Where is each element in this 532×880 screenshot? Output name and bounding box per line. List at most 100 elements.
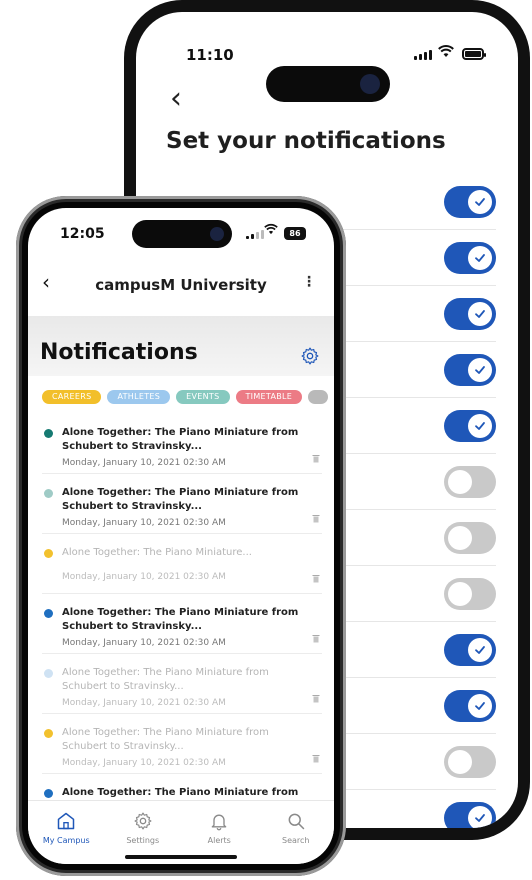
dynamic-island: [266, 66, 390, 102]
notification-title: Alone Together: The Piano Miniature from: [62, 607, 299, 618]
check-icon: [475, 309, 485, 318]
notification-title: Alone Together: The Piano Miniature from: [62, 427, 299, 438]
gear-icon[interactable]: [300, 346, 320, 366]
filter-chip[interactable]: EVENTS: [176, 390, 230, 404]
toggle-knob: [468, 245, 492, 270]
notification-title-line2: Schubert to Stravinsky...: [62, 741, 184, 752]
notification-date: Monday, January 10, 2021 02:30 AM: [62, 698, 226, 708]
filter-chip[interactable]: ATHLETES: [107, 390, 171, 404]
notification-toggle[interactable]: [444, 689, 496, 722]
notification-title-line2: Schubert to Stravinsky...: [62, 501, 202, 512]
notification-toggle[interactable]: [444, 465, 496, 498]
app-header: ‹ campusM University ⋮: [28, 266, 334, 306]
tab-label: Settings: [126, 836, 160, 845]
notification-toggle[interactable]: [444, 521, 496, 554]
tab-label: Search: [282, 836, 310, 845]
notification-toggle[interactable]: [444, 353, 496, 386]
notification-item[interactable]: Alone Together: The Piano Miniature from…: [42, 654, 322, 714]
back-status-bar: 11:10: [136, 44, 518, 102]
battery-icon: [462, 48, 486, 60]
category-dot: [44, 489, 53, 498]
notification-toggle[interactable]: [444, 185, 496, 218]
trash-icon[interactable]: [312, 694, 320, 703]
notification-title-line2: Schubert to Stravinsky...: [62, 681, 184, 692]
notification-toggle[interactable]: [444, 297, 496, 330]
search-icon: [288, 813, 304, 830]
app-title: campusM University: [95, 276, 267, 294]
check-icon: [475, 701, 485, 710]
toggle-knob: [468, 301, 492, 326]
notification-item[interactable]: Alone Together: The Piano Miniature... Mo…: [42, 534, 322, 594]
stage: 11:10 ‹ Set your notifications Careers 1…: [0, 0, 532, 880]
notification-item[interactable]: Alone Together: The Piano Miniature from…: [42, 474, 322, 534]
front-phone-frame: 12:05 86 ‹ campusM University ⋮ Notifica…: [16, 196, 346, 876]
more-options-icon[interactable]: ⋮: [302, 274, 316, 290]
notification-toggle[interactable]: [444, 633, 496, 666]
notification-date: Monday, January 10, 2021 02:30 AM: [62, 572, 226, 582]
tab-search[interactable]: Search: [258, 801, 335, 864]
wifi-icon: [264, 223, 278, 239]
notification-title-line2: Schubert to Stravinsky...: [62, 621, 202, 632]
filter-chip[interactable]: TIMETABLE: [235, 390, 303, 404]
notification-toggle[interactable]: [444, 409, 496, 442]
notifications-hero: Notifications: [28, 316, 334, 376]
trash-icon[interactable]: [312, 454, 320, 463]
filter-chip[interactable]: CAREERS: [42, 390, 102, 404]
tab-label: Alerts: [207, 836, 231, 845]
trash-icon[interactable]: [312, 574, 320, 583]
wifi-icon: [438, 44, 454, 62]
toggle-knob: [468, 805, 492, 828]
check-icon: [475, 645, 485, 654]
notification-item[interactable]: Alone Together: The Piano Miniature from…: [42, 414, 322, 474]
notification-title: Alone Together: The Piano Miniature from: [62, 487, 299, 498]
toggle-knob: [468, 189, 492, 214]
category-dot: [44, 609, 53, 618]
bell-icon: [211, 814, 227, 831]
check-icon: [475, 421, 485, 430]
notification-list: Alone Together: The Piano Miniature from…: [42, 414, 322, 834]
notification-date: Monday, January 10, 2021 02:30 AM: [62, 458, 226, 468]
home-icon: [58, 812, 75, 830]
trash-icon[interactable]: [312, 754, 320, 763]
battery-icon: 86: [284, 227, 306, 240]
toggle-knob: [448, 581, 472, 606]
notification-date: Monday, January 10, 2021 02:30 AM: [62, 638, 226, 648]
notification-item[interactable]: Alone Together: The Piano Miniature from…: [42, 594, 322, 654]
check-icon: [475, 197, 485, 206]
toggle-knob: [468, 413, 492, 438]
toggle-knob: [448, 469, 472, 494]
front-phone-screen: 12:05 86 ‹ campusM University ⋮ Notifica…: [28, 208, 334, 864]
category-dot: [44, 729, 53, 738]
trash-icon[interactable]: [312, 514, 320, 523]
tab-home[interactable]: My Campus: [28, 801, 105, 864]
notification-date: Monday, January 10, 2021 02:30 AM: [62, 758, 226, 768]
notification-date: Monday, January 10, 2021 02:30 AM: [62, 518, 226, 528]
signal-icon: [414, 50, 432, 60]
notification-toggle[interactable]: [444, 801, 496, 828]
toggle-knob: [468, 693, 492, 718]
check-icon: [475, 813, 485, 822]
notification-toggle[interactable]: [444, 241, 496, 274]
toggle-knob: [468, 357, 492, 382]
category-dot: [44, 669, 53, 678]
notification-title-line2: Schubert to Stravinsky...: [62, 441, 202, 452]
signal-icon: [246, 230, 264, 239]
notification-item[interactable]: Alone Together: The Piano Miniature from…: [42, 714, 322, 774]
back-chevron-icon[interactable]: ‹: [170, 84, 182, 114]
notification-title: Alone Together: The Piano Miniature from: [62, 787, 299, 798]
filter-chip[interactable]: [308, 390, 329, 404]
page-title: Set your notifications: [166, 128, 446, 154]
category-dot: [44, 549, 53, 558]
notification-toggle[interactable]: [444, 745, 496, 778]
toggle-knob: [468, 637, 492, 662]
page-title: Notifications: [40, 340, 198, 365]
gear-icon: [134, 812, 152, 830]
status-time: 11:10: [186, 46, 234, 64]
front-phone-bezel: 12:05 86 ‹ campusM University ⋮ Notifica…: [22, 202, 340, 870]
trash-icon[interactable]: [312, 634, 320, 643]
status-time: 12:05: [60, 226, 105, 242]
notification-toggle[interactable]: [444, 577, 496, 610]
category-filter-chips: CAREERS ATHLETES EVENTS TIMETABLE: [42, 390, 334, 408]
tab-label: My Campus: [42, 836, 90, 845]
notification-title: Alone Together: The Piano Miniature from: [62, 667, 269, 678]
